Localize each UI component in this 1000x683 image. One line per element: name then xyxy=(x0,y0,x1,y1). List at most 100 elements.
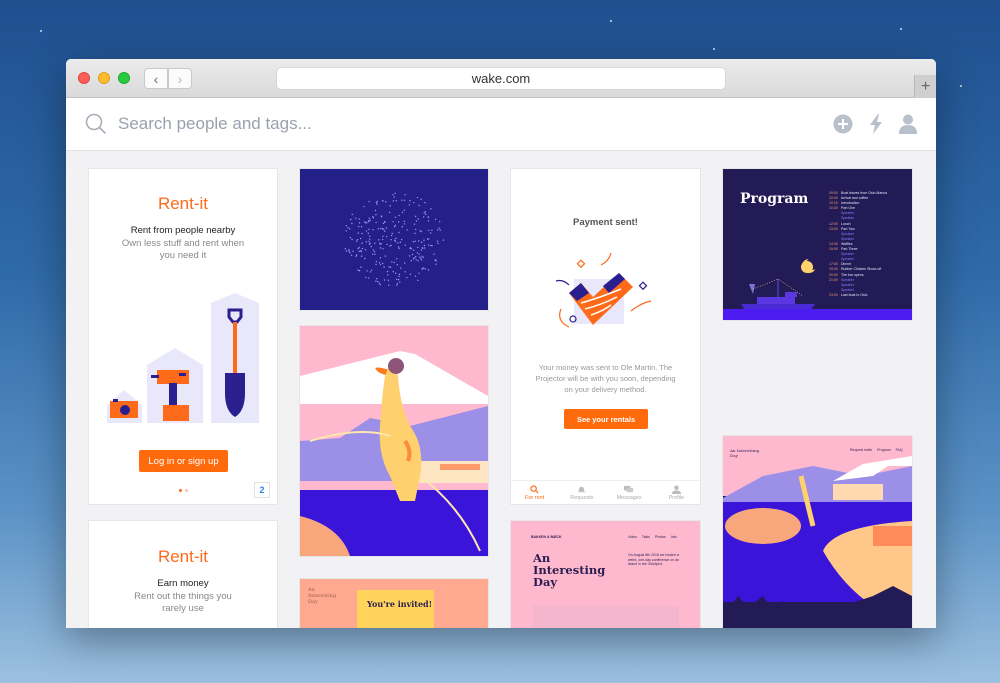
program-title: Program xyxy=(740,191,809,207)
boat-at-night-illustration xyxy=(723,258,833,320)
particle xyxy=(418,272,420,275)
particle xyxy=(403,209,406,211)
particle xyxy=(414,275,417,277)
tab-profile[interactable]: Profile xyxy=(653,481,700,504)
star xyxy=(40,30,42,32)
rent-it-card[interactable]: Rent-it Rent from people nearby Own less… xyxy=(89,169,277,504)
program-card[interactable]: Program 09:00 Boat leaves from Oslo Marin… xyxy=(723,169,912,320)
particle xyxy=(400,238,403,241)
particle xyxy=(426,238,429,240)
particle xyxy=(376,277,378,280)
particle xyxy=(383,279,386,281)
pager-dot[interactable] xyxy=(185,489,188,492)
particle xyxy=(424,213,427,216)
new-tab-button[interactable]: + xyxy=(914,75,936,98)
page-count-badge[interactable]: 2 xyxy=(254,482,270,498)
bottom-tab-bar: For rent Requests Messages Profile xyxy=(511,480,700,504)
program-row: 23:00 Last boat to Oslo xyxy=(829,293,911,298)
close-window-button[interactable] xyxy=(78,72,90,84)
nav-link[interactable]: FAQ xyxy=(896,448,903,452)
particle xyxy=(382,222,385,225)
particle xyxy=(360,226,363,228)
back-button[interactable]: ‹ xyxy=(144,68,168,89)
see-your-rentals-button[interactable]: See your rentals xyxy=(564,409,648,429)
tab-for-rent[interactable]: For rent xyxy=(511,481,558,504)
particle xyxy=(416,252,419,254)
payment-sent-card[interactable]: Payment sent! Your money was sent to Ole… xyxy=(511,169,700,504)
particle xyxy=(351,213,353,216)
particle xyxy=(370,245,372,248)
particle xyxy=(431,229,433,231)
nav-link[interactable]: Photos xyxy=(655,535,666,539)
headline: An Interesting Day xyxy=(533,551,606,589)
particle xyxy=(403,220,405,223)
particle xyxy=(375,201,378,204)
nav-link[interactable]: Info xyxy=(671,535,677,539)
particle xyxy=(436,240,439,242)
particle-art-card[interactable] xyxy=(300,169,488,310)
particle xyxy=(360,250,363,253)
particle xyxy=(434,218,437,221)
particle xyxy=(390,234,393,237)
particle xyxy=(348,249,350,251)
card-description: Own less stuff and rent when you need it xyxy=(121,238,245,261)
forward-button[interactable]: › xyxy=(168,68,192,89)
lightning-icon[interactable] xyxy=(869,114,883,134)
particle xyxy=(393,196,395,198)
star xyxy=(713,48,715,50)
particle xyxy=(369,219,371,221)
nav-link[interactable]: Talks xyxy=(642,535,650,539)
particle xyxy=(381,200,384,202)
app-header xyxy=(66,98,936,151)
particle xyxy=(368,217,371,220)
particle xyxy=(358,269,361,272)
particle xyxy=(412,249,415,251)
particle xyxy=(379,263,382,266)
site-nav: Video Talks Photos Info xyxy=(628,535,677,539)
particle xyxy=(355,255,357,257)
rubber-chicken-illustration-card[interactable] xyxy=(300,326,488,556)
particle xyxy=(394,224,397,227)
search-input[interactable] xyxy=(118,111,618,137)
log-in-or-sign-up-button[interactable]: Log in or sign up xyxy=(139,450,228,472)
particle xyxy=(427,269,430,271)
particle xyxy=(420,249,423,251)
brand-name: BAKKEN & BÆCK xyxy=(531,535,562,539)
rent-it-card[interactable]: Rent-it Earn money Rent out the things y… xyxy=(89,521,277,628)
add-icon[interactable] xyxy=(833,114,853,134)
particle xyxy=(388,211,391,214)
invite-card[interactable]: An Interesting Day You're invited! xyxy=(300,579,488,628)
interesting-day-website-card[interactable]: BAKKEN & BÆCK Video Talks Photos Info An… xyxy=(511,521,700,628)
particle xyxy=(401,211,404,214)
search-icon xyxy=(85,113,107,135)
address-bar[interactable]: wake.com xyxy=(276,67,726,90)
particle xyxy=(430,208,432,210)
particle xyxy=(382,248,384,250)
particle xyxy=(349,236,352,239)
particle xyxy=(355,240,358,242)
tab-messages[interactable]: Messages xyxy=(606,481,653,504)
particle xyxy=(398,246,400,248)
tab-requests[interactable]: Requests xyxy=(558,481,605,504)
pager-dot-active[interactable] xyxy=(179,489,182,492)
particle xyxy=(375,260,378,263)
particle xyxy=(420,259,423,261)
profile-icon[interactable] xyxy=(899,114,917,134)
nav-link[interactable]: Request invite xyxy=(850,448,872,452)
payment-title: Payment sent! xyxy=(573,217,638,228)
particle xyxy=(389,266,392,268)
particle xyxy=(383,230,386,232)
nav-link[interactable]: Program xyxy=(877,448,890,452)
particle xyxy=(358,222,361,224)
particle xyxy=(399,281,401,283)
particle xyxy=(385,201,387,203)
particle xyxy=(392,194,394,196)
interesting-day-poster-card[interactable]: An Interesting Day Request invite Progra… xyxy=(723,436,912,628)
nav-link[interactable]: Video xyxy=(628,535,637,539)
particle xyxy=(397,278,400,281)
zoom-window-button[interactable] xyxy=(118,72,130,84)
particle xyxy=(403,223,406,225)
minimize-window-button[interactable] xyxy=(98,72,110,84)
particle xyxy=(384,220,386,223)
particle xyxy=(379,257,382,259)
